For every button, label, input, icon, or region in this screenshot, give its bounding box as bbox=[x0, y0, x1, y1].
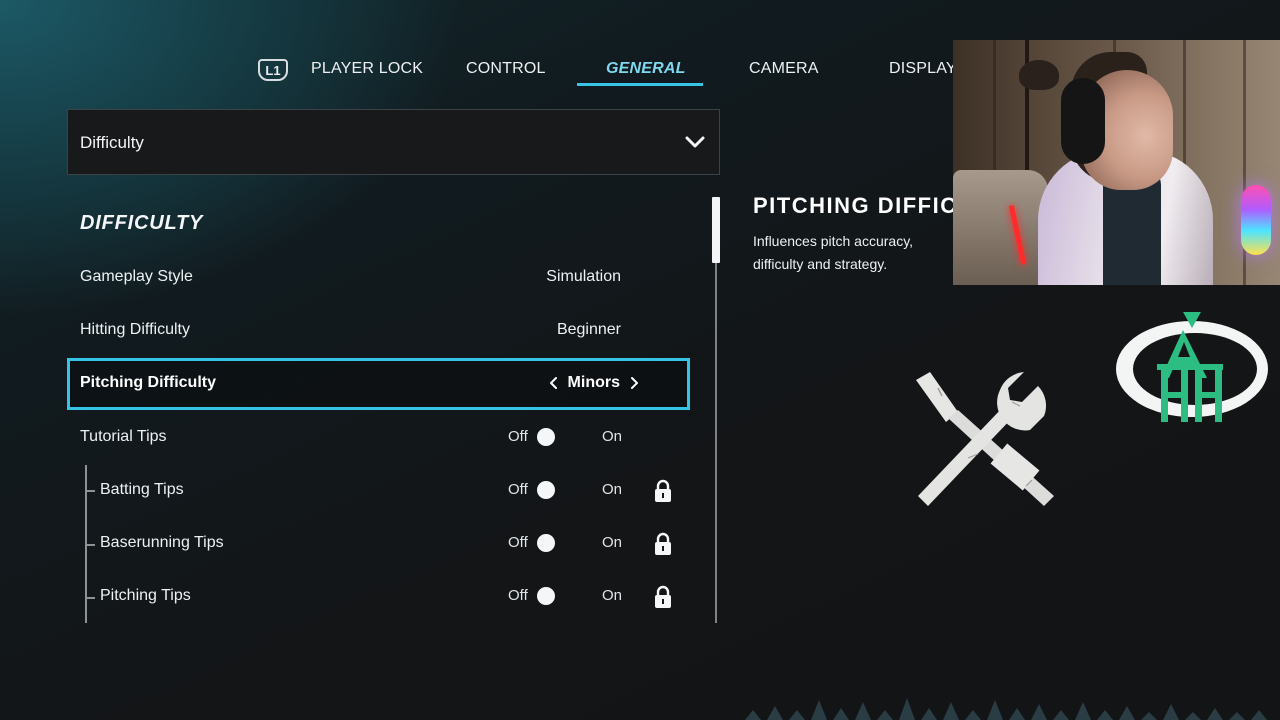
toggle-switch[interactable] bbox=[537, 428, 555, 446]
setting-label: Pitching Difficulty bbox=[80, 374, 216, 391]
setting-pitching-difficulty[interactable]: Pitching Difficulty Minors bbox=[67, 358, 690, 410]
tab-player-lock[interactable]: PLAYER LOCK bbox=[311, 60, 423, 82]
chevron-right-icon[interactable] bbox=[630, 376, 639, 390]
setting-label: Hitting Difficulty bbox=[80, 321, 190, 338]
setting-label: Tutorial Tips bbox=[80, 428, 167, 445]
rgb-light bbox=[1241, 185, 1271, 255]
toggle-off-label: Off bbox=[508, 481, 528, 498]
setting-value: Minors bbox=[567, 374, 620, 391]
setting-gameplay-style[interactable]: Gameplay Style Simulation bbox=[67, 252, 690, 304]
channel-logo bbox=[1116, 312, 1268, 422]
category-dropdown[interactable]: Difficulty bbox=[67, 109, 720, 175]
bed bbox=[953, 170, 1048, 285]
lock-icon bbox=[655, 585, 671, 608]
setting-baserunning-tips[interactable]: Baserunning Tips Off On bbox=[67, 518, 690, 570]
toggle-off-label: Off bbox=[508, 587, 528, 604]
toggle-on-label: On bbox=[602, 481, 623, 498]
scrollbar-thumb[interactable] bbox=[712, 197, 720, 263]
setting-tutorial-tips[interactable]: Tutorial Tips Off On bbox=[67, 412, 690, 464]
chevron-down-icon bbox=[685, 136, 705, 148]
tools-icon bbox=[916, 372, 1054, 506]
setting-label: Batting Tips bbox=[100, 481, 184, 498]
tab-control[interactable]: CONTROL bbox=[466, 60, 546, 82]
detail-title: PITCHING DIFFICULTY bbox=[753, 193, 953, 218]
chevron-left-icon[interactable] bbox=[549, 376, 558, 390]
setting-batting-tips[interactable]: Batting Tips Off On bbox=[67, 465, 690, 517]
value-selector[interactable]: Minors bbox=[549, 374, 639, 392]
section-title: DIFFICULTY bbox=[80, 212, 204, 234]
toggle-off-label: Off bbox=[508, 534, 528, 551]
setting-label: Gameplay Style bbox=[80, 268, 193, 285]
lock-icon bbox=[655, 479, 671, 502]
setting-label: Baserunning Tips bbox=[100, 534, 224, 551]
active-tab-indicator bbox=[577, 83, 703, 86]
toggle-switch[interactable] bbox=[537, 534, 555, 552]
setting-hitting-difficulty[interactable]: Hitting Difficulty Beginner bbox=[67, 305, 690, 357]
tab-general[interactable]: GENERAL bbox=[606, 60, 686, 82]
tab-camera[interactable]: CAMERA bbox=[749, 60, 819, 82]
headset bbox=[1061, 78, 1105, 164]
lock-icon bbox=[655, 532, 671, 555]
webcam-overlay bbox=[953, 40, 1280, 285]
l1-button-icon[interactable]: L1 bbox=[258, 59, 288, 81]
lamp bbox=[1019, 60, 1059, 90]
setting-label: Pitching Tips bbox=[100, 587, 191, 604]
dropdown-label: Difficulty bbox=[80, 133, 144, 152]
toggle-off-label: Off bbox=[508, 428, 528, 445]
detail-description: Influences pitch accuracy, difficulty an… bbox=[753, 233, 914, 272]
toggle-switch[interactable] bbox=[537, 481, 555, 499]
setting-value: Simulation bbox=[546, 268, 621, 285]
toggle-on-label: On bbox=[602, 534, 623, 551]
setting-value: Beginner bbox=[556, 321, 621, 338]
toggle-on-label: On bbox=[602, 428, 623, 445]
toggle-switch[interactable] bbox=[537, 587, 555, 605]
toggle-on-label: On bbox=[602, 587, 623, 604]
setting-pitching-tips[interactable]: Pitching Tips Off On bbox=[67, 571, 690, 623]
decorative-pattern bbox=[745, 698, 1267, 720]
tab-display[interactable]: DISPLAY bbox=[889, 60, 957, 82]
